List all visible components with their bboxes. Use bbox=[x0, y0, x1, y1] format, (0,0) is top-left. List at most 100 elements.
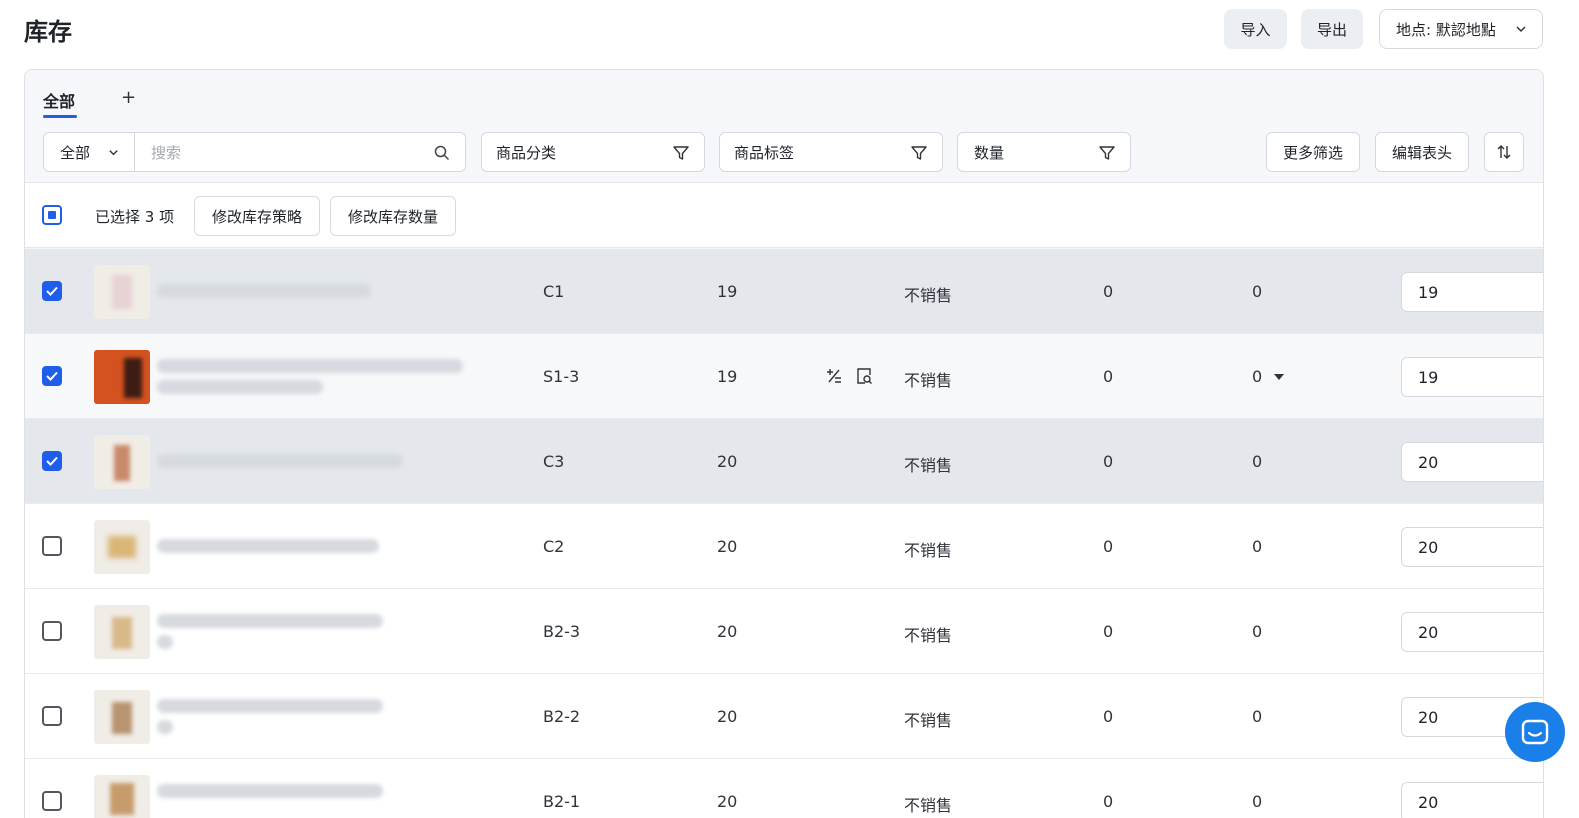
sku-cell: C2 bbox=[543, 537, 565, 556]
sku-cell: C1 bbox=[543, 282, 565, 301]
table-row[interactable]: B2-3 20 不销售 0 0 20 bbox=[25, 589, 1543, 674]
unavailable-cell: 0 bbox=[1252, 792, 1263, 811]
row-checkbox[interactable] bbox=[42, 451, 62, 471]
export-button[interactable]: 导出 bbox=[1301, 9, 1363, 49]
tags-filter[interactable]: 商品标签 bbox=[719, 132, 943, 172]
chat-icon bbox=[1521, 719, 1549, 745]
plus-minus-icon[interactable] bbox=[825, 367, 843, 385]
category-filter[interactable]: 商品分类 bbox=[481, 132, 705, 172]
policy-cell: 不销售 bbox=[904, 286, 953, 305]
committed-cell: 0 bbox=[1103, 622, 1114, 641]
table-row[interactable]: C2 20 不销售 0 0 20 bbox=[25, 504, 1543, 589]
committed-cell: 0 bbox=[1103, 282, 1114, 301]
quantity-filter[interactable]: 数量 bbox=[957, 132, 1131, 172]
table-row[interactable]: C1 19 不销售 0 0 19 bbox=[25, 249, 1543, 334]
product-thumbnail bbox=[94, 520, 150, 574]
row-checkbox[interactable] bbox=[42, 791, 62, 811]
search-placeholder: 搜索 bbox=[151, 143, 182, 162]
product-name-blurred bbox=[157, 614, 383, 628]
location-select[interactable]: 地点: 默認地點 bbox=[1379, 9, 1543, 49]
committed-cell: 0 bbox=[1103, 707, 1114, 726]
sku-cell: C3 bbox=[543, 452, 565, 471]
row-checkbox[interactable] bbox=[42, 536, 62, 556]
product-name-blurred bbox=[157, 539, 379, 553]
product-thumbnail bbox=[94, 690, 150, 744]
quantity-filter-label: 数量 bbox=[974, 143, 1005, 162]
quantity-input[interactable]: 20 bbox=[1401, 442, 1543, 482]
selected-count: 已选择 3 项 bbox=[95, 208, 175, 226]
chat-launcher-button[interactable] bbox=[1505, 702, 1565, 762]
committed-cell: 0 bbox=[1103, 792, 1114, 811]
select-all-checkbox[interactable] bbox=[42, 205, 62, 225]
quantity-input[interactable]: 20 bbox=[1401, 782, 1543, 818]
caret-down-icon[interactable] bbox=[1273, 373, 1285, 381]
row-checkbox[interactable] bbox=[42, 621, 62, 641]
table-row[interactable]: B2-2 20 不销售 0 0 20 bbox=[25, 674, 1543, 759]
product-name-blurred bbox=[157, 699, 383, 713]
check-icon bbox=[46, 371, 58, 381]
product-name-blurred bbox=[157, 284, 371, 298]
policy-cell: 不销售 bbox=[904, 371, 953, 390]
inventory-card: 全部 + 全部 搜索 商品分类 商品标签 数量 更多筛选 编辑表头 已选择 3 … bbox=[24, 69, 1544, 818]
quantity-cell: 20 bbox=[717, 707, 738, 726]
inventory-page: 库存 导入 导出 地点: 默認地點 全部 + 全部 搜索 商品分类 商品标签 数… bbox=[0, 0, 1579, 818]
quantity-cell: 20 bbox=[717, 792, 738, 811]
chevron-down-icon bbox=[109, 150, 118, 156]
product-thumbnail bbox=[94, 605, 150, 659]
unavailable-cell: 0 bbox=[1252, 537, 1263, 556]
sku-cell: B2-3 bbox=[543, 622, 581, 641]
row-checkbox[interactable] bbox=[42, 281, 62, 301]
quantity-input[interactable]: 19 bbox=[1401, 272, 1543, 312]
search-icon[interactable] bbox=[433, 144, 451, 162]
quantity-cell: 20 bbox=[717, 452, 738, 471]
policy-cell: 不销售 bbox=[904, 456, 953, 475]
product-name-blurred bbox=[157, 635, 173, 649]
quantity-input[interactable]: 19 bbox=[1401, 357, 1543, 397]
bulk-action-bar: 已选择 3 项 修改库存策略 修改库存数量 bbox=[25, 182, 1543, 248]
chevron-down-icon bbox=[1516, 26, 1526, 33]
edit-quantity-button[interactable]: 修改库存数量 bbox=[330, 196, 456, 236]
table-row[interactable]: S1-3 19 不销售 0 0 19 bbox=[25, 334, 1543, 419]
more-filters-button[interactable]: 更多筛选 bbox=[1266, 132, 1360, 172]
tags-filter-label: 商品标签 bbox=[734, 143, 795, 162]
committed-cell: 0 bbox=[1103, 367, 1114, 386]
quantity-cell: 20 bbox=[717, 537, 738, 556]
product-name-blurred bbox=[157, 359, 463, 373]
filter-icon bbox=[1099, 146, 1115, 160]
quantity-input[interactable]: 20 bbox=[1401, 612, 1543, 652]
check-icon bbox=[46, 456, 58, 466]
sku-cell: S1-3 bbox=[543, 367, 580, 386]
category-filter-label: 商品分类 bbox=[496, 143, 557, 162]
filter-icon bbox=[673, 146, 689, 160]
edit-policy-button[interactable]: 修改库存策略 bbox=[194, 196, 320, 236]
policy-cell: 不销售 bbox=[904, 541, 953, 560]
edit-columns-button[interactable]: 编辑表头 bbox=[1375, 132, 1469, 172]
table-row[interactable]: C3 20 不销售 0 0 20 bbox=[25, 419, 1543, 504]
committed-cell: 0 bbox=[1103, 452, 1114, 471]
table-row[interactable]: B2-1 20 不销售 0 0 20 bbox=[25, 759, 1543, 818]
filter-icon bbox=[911, 146, 927, 160]
tab-active-indicator bbox=[43, 115, 77, 118]
import-button[interactable]: 导入 bbox=[1224, 9, 1287, 49]
location-label: 地点: 默認地點 bbox=[1396, 20, 1496, 39]
product-thumbnail bbox=[94, 265, 150, 319]
unavailable-cell: 0 bbox=[1252, 707, 1263, 726]
policy-cell: 不销售 bbox=[904, 796, 953, 815]
search-document-icon[interactable] bbox=[855, 367, 873, 385]
unavailable-cell: 0 bbox=[1252, 367, 1263, 386]
scope-select[interactable]: 全部 bbox=[43, 132, 135, 172]
add-tab-button[interactable]: + bbox=[121, 87, 136, 108]
search-input[interactable]: 搜索 bbox=[134, 132, 466, 172]
product-name-blurred bbox=[157, 720, 173, 734]
scope-label: 全部 bbox=[60, 143, 91, 162]
product-name-blurred bbox=[157, 784, 383, 798]
row-checkbox[interactable] bbox=[42, 366, 62, 386]
quantity-cell: 19 bbox=[717, 367, 738, 386]
unavailable-cell: 0 bbox=[1252, 452, 1263, 471]
policy-cell: 不销售 bbox=[904, 626, 953, 645]
quantity-input[interactable]: 20 bbox=[1401, 527, 1543, 567]
tab-all[interactable]: 全部 bbox=[43, 88, 75, 112]
sort-icon bbox=[1497, 145, 1511, 159]
row-checkbox[interactable] bbox=[42, 706, 62, 726]
sort-button[interactable] bbox=[1484, 132, 1524, 172]
